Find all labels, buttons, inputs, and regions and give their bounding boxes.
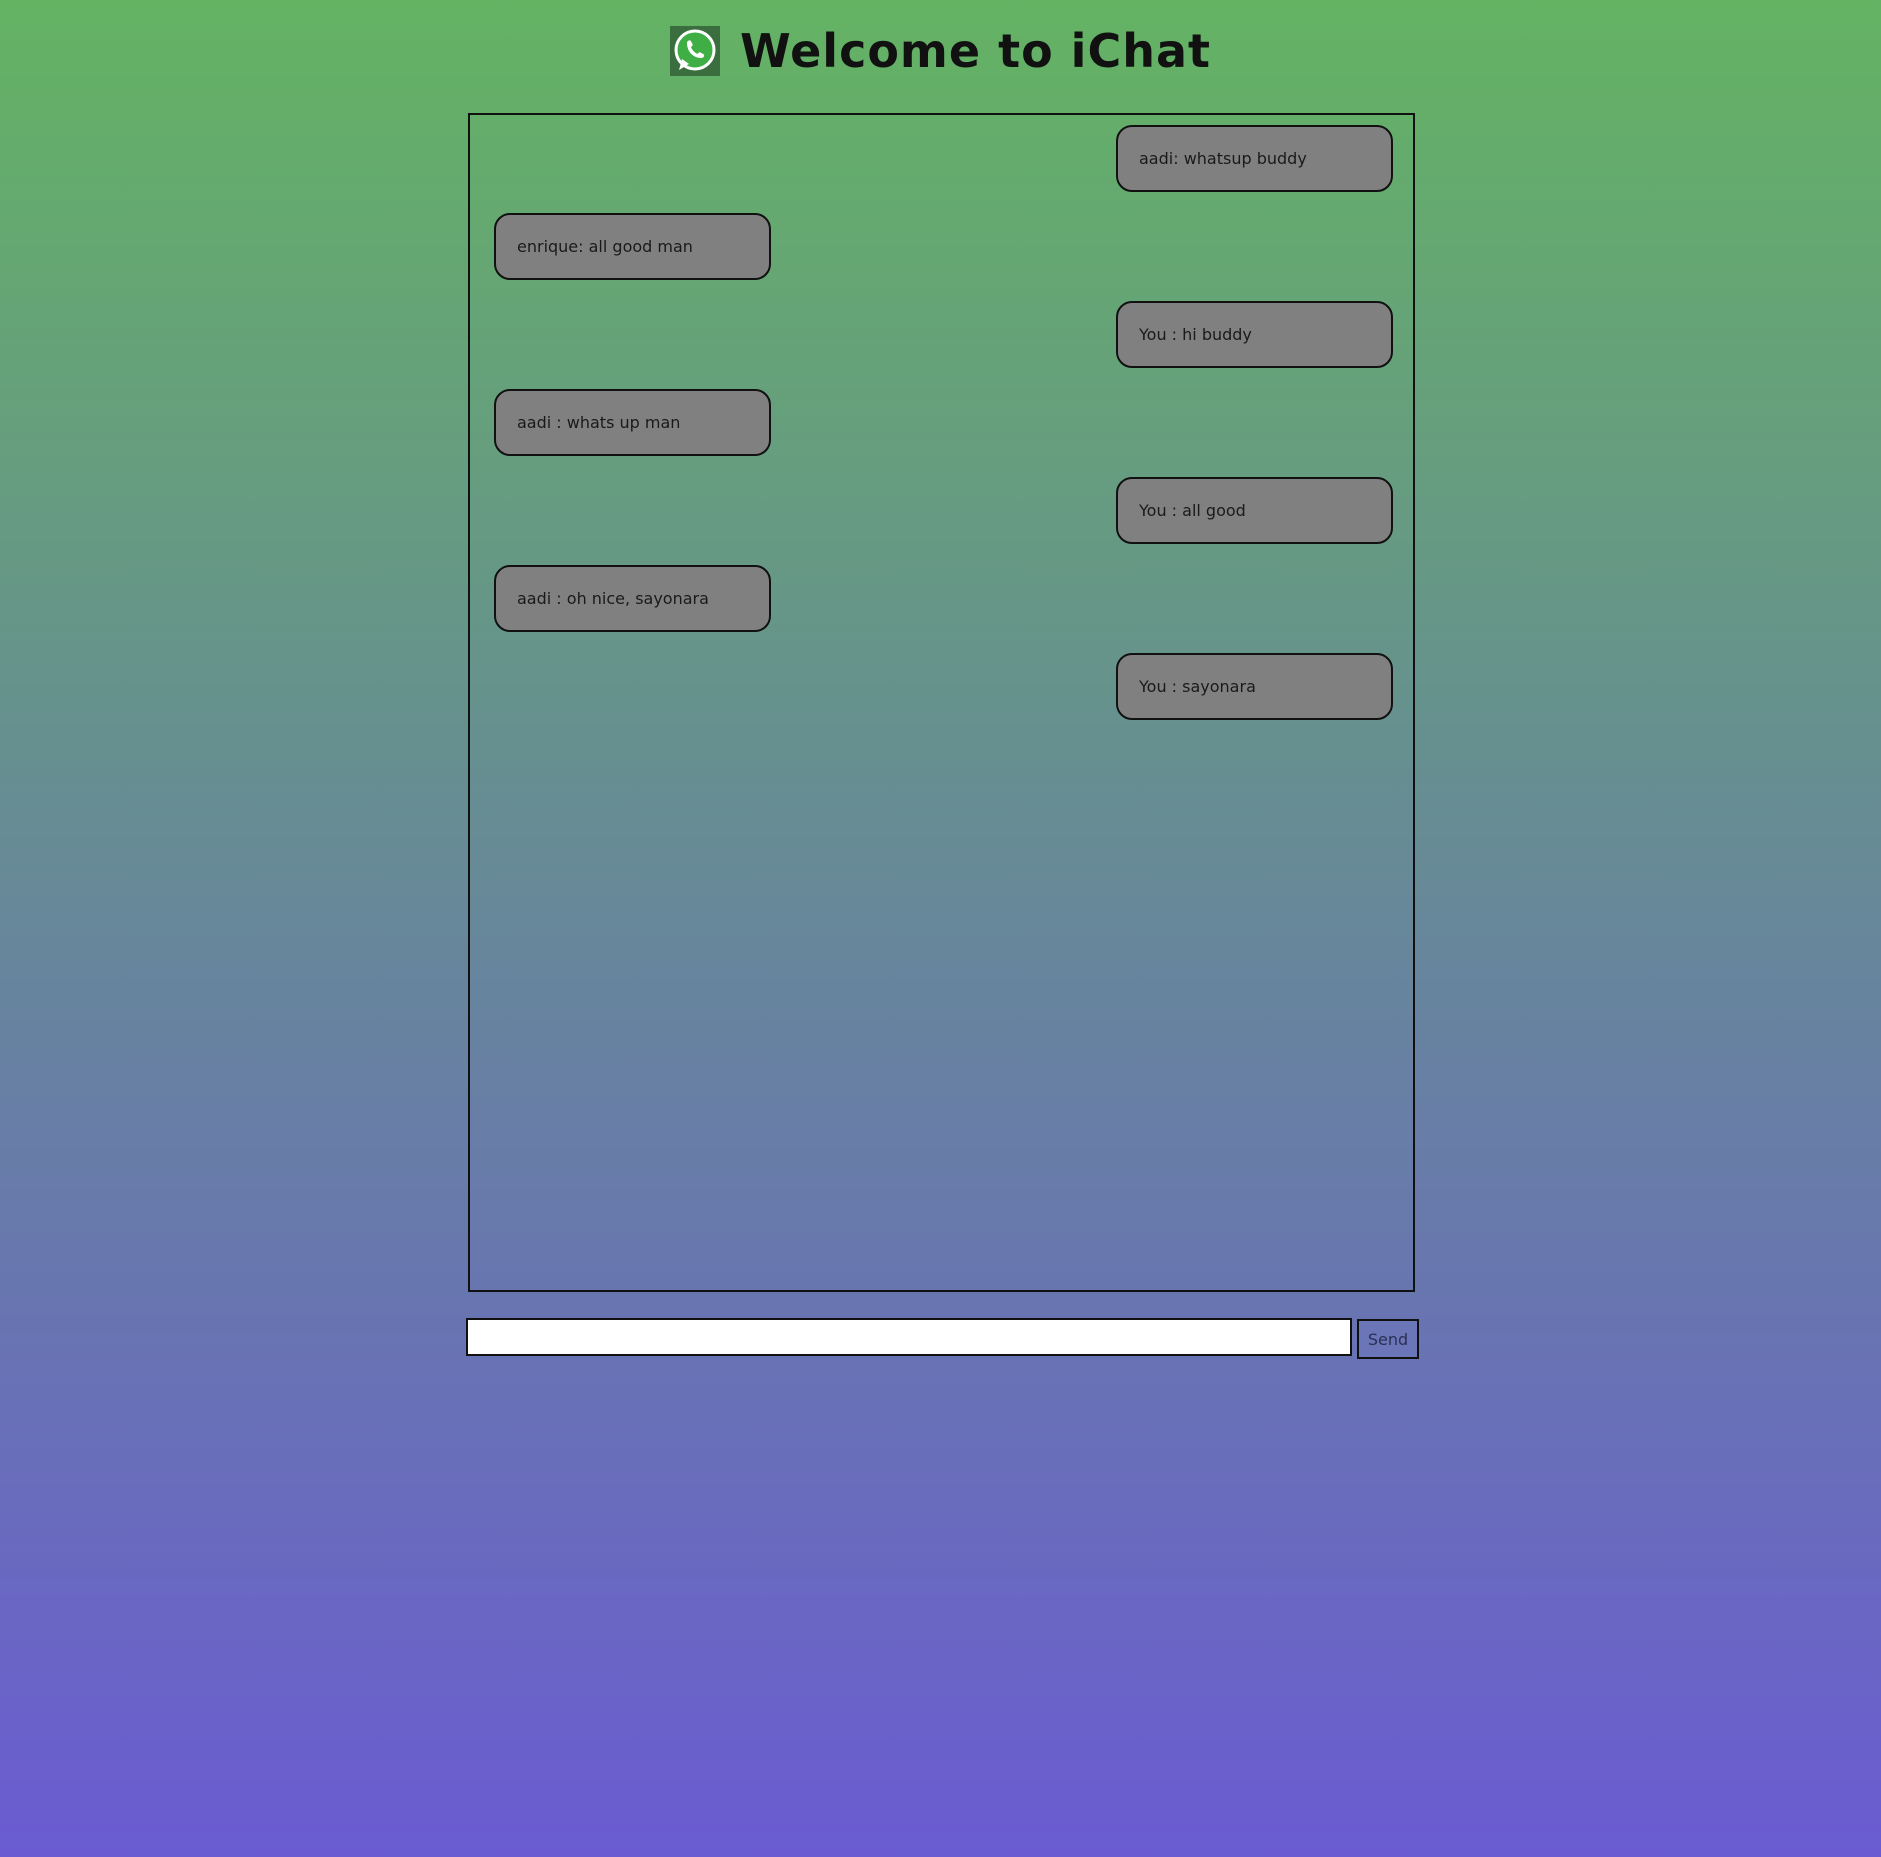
message-input[interactable] [466,1318,1352,1356]
message-bubble-received: aadi : oh nice, sayonara [494,565,771,632]
message-bubble-sent: aadi: whatsup buddy [1116,125,1393,192]
message-bubble-sent: You : sayonara [1116,653,1393,720]
whatsapp-phone-icon [670,26,720,76]
send-button[interactable]: Send [1357,1319,1419,1359]
page-title: Welcome to iChat [740,24,1211,78]
app-header: Welcome to iChat [0,24,1881,78]
message-composer: Send [466,1318,1419,1359]
message-bubble-received: aadi : whats up man [494,389,771,456]
chat-container[interactable]: aadi: whatsup buddy enrique: all good ma… [468,113,1415,1292]
message-bubble-sent: You : all good [1116,477,1393,544]
message-bubble-sent: You : hi buddy [1116,301,1393,368]
message-bubble-received: enrique: all good man [494,213,771,280]
